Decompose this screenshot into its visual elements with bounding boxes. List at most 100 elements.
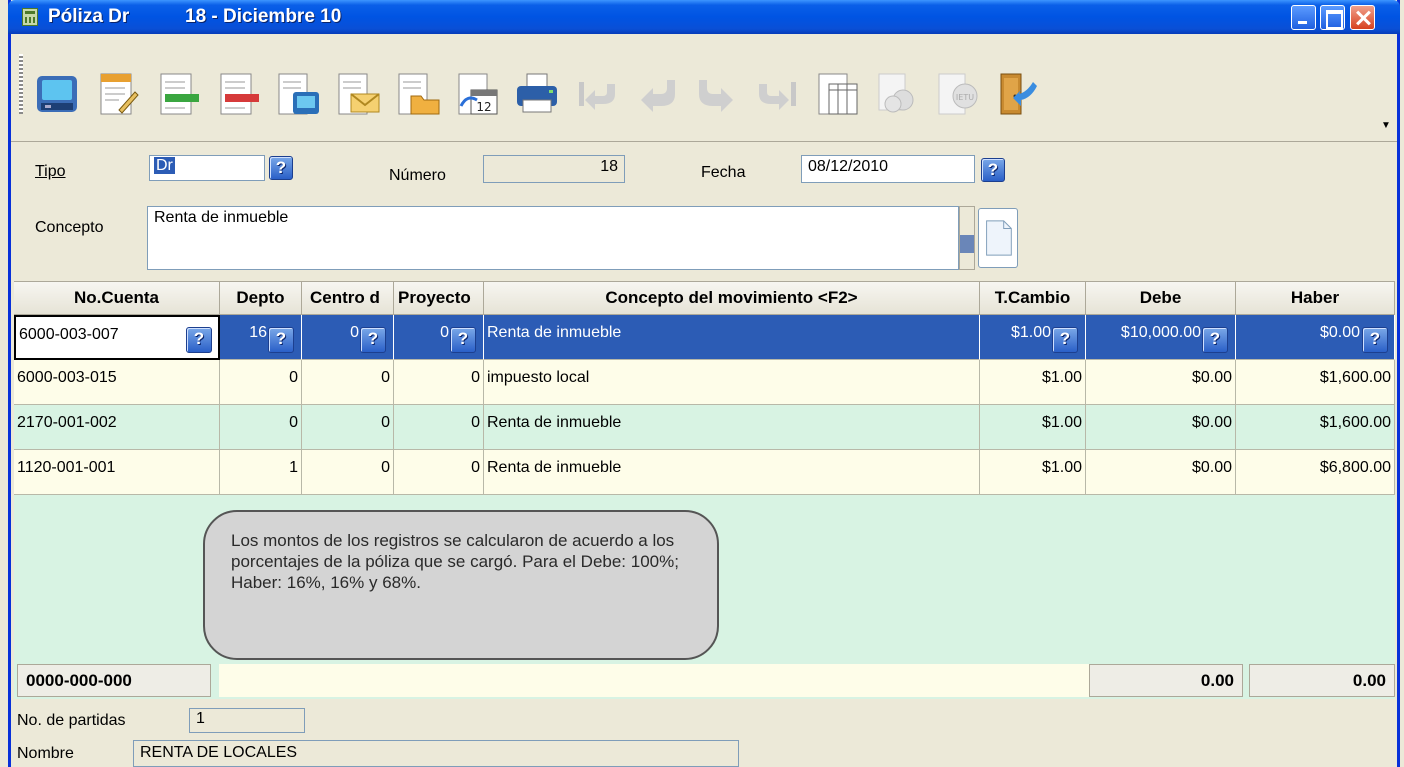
cell-cuenta[interactable]: 6000-003-015 — [14, 360, 220, 405]
close-button[interactable] — [1350, 5, 1375, 30]
cell-debe[interactable]: $10,000.00 ? — [1086, 315, 1236, 360]
maximize-button[interactable] — [1320, 5, 1345, 30]
cell-debe[interactable]: $0.00 — [1086, 360, 1236, 405]
annotation-callout: Los montos de los registros se calcularo… — [203, 510, 719, 660]
numero-field: 18 — [483, 155, 625, 183]
print-icon[interactable] — [513, 70, 561, 118]
totals-spacer — [219, 664, 1089, 697]
cell-centro[interactable]: 0 ? — [302, 315, 394, 360]
save-icon[interactable] — [33, 70, 81, 118]
tipo-field[interactable]: Dr — [149, 155, 265, 181]
partidas-label: No. de partidas — [17, 712, 126, 729]
currency-icon — [873, 70, 921, 118]
cell-depto[interactable]: 0 — [220, 360, 302, 405]
col-header-depto[interactable]: Depto — [220, 282, 302, 315]
cell-proyecto[interactable]: 0 — [394, 450, 484, 495]
col-header-debe[interactable]: Debe — [1086, 282, 1236, 315]
cell-proyecto[interactable]: 0 — [394, 405, 484, 450]
ietu-icon: IETU — [933, 70, 981, 118]
cell-concepto[interactable]: impuesto local — [484, 360, 980, 405]
cuenta-help-button[interactable]: ? — [186, 327, 212, 353]
concepto-document-button[interactable] — [978, 208, 1018, 268]
tcambio-help-button[interactable]: ? — [1052, 327, 1078, 353]
first-record-icon — [573, 70, 621, 118]
previous-record-icon — [633, 70, 681, 118]
cell-tcambio[interactable]: $1.00 — [980, 360, 1086, 405]
col-header-centro[interactable]: Centro d — [302, 282, 394, 315]
fecha-field[interactable]: 08/12/2010 — [801, 155, 975, 183]
next-record-icon — [693, 70, 741, 118]
concepto-scroll-button[interactable] — [959, 206, 975, 270]
document-email-icon[interactable] — [333, 70, 381, 118]
toolbar-grip[interactable] — [19, 54, 23, 114]
fecha-help-button[interactable]: ? — [981, 158, 1005, 182]
cell-cuenta[interactable]: 6000-003-007 ? — [14, 315, 220, 360]
exit-door-icon[interactable] — [993, 70, 1041, 118]
window-title: Póliza Dr — [48, 6, 130, 27]
cell-proyecto[interactable]: 0 ? — [394, 315, 484, 360]
document-icon — [986, 220, 1012, 256]
table-row[interactable]: 6000-003-007 ? 16 ? 0 ? 0 ? Renta de inm… — [14, 315, 1395, 360]
minimize-button[interactable] — [1291, 5, 1316, 30]
cell-concepto[interactable]: Renta de inmueble — [484, 450, 980, 495]
tipo-help-button[interactable]: ? — [269, 156, 293, 180]
cell-depto[interactable]: 0 — [220, 405, 302, 450]
cell-centro[interactable]: 0 — [302, 360, 394, 405]
totals-haber: 0.00 — [1249, 664, 1395, 697]
partidas-field: 1 — [189, 708, 305, 733]
tipo-label: Tipo — [35, 163, 66, 180]
poliza-window: Póliza Dr 18 - Diciembre 10 12 IETU ▼ Ti… — [8, 0, 1400, 767]
table-row[interactable]: 6000-003-015 0 0 0 impuesto local $1.00 … — [14, 360, 1395, 405]
svg-text:12: 12 — [476, 100, 491, 114]
cell-haber[interactable]: $6,800.00 — [1236, 450, 1395, 495]
cell-tcambio[interactable]: $1.00 — [980, 450, 1086, 495]
nombre-field: RENTA DE LOCALES — [133, 740, 739, 767]
table-row[interactable]: 2170-001-002 0 0 0 Renta de inmueble $1.… — [14, 405, 1395, 450]
calendar-icon[interactable]: 12 — [453, 70, 501, 118]
cell-depto[interactable]: 1 — [220, 450, 302, 495]
calculator-icon — [22, 8, 38, 26]
cell-centro[interactable]: 0 — [302, 405, 394, 450]
concepto-field[interactable]: Renta de inmueble — [147, 206, 959, 270]
cell-proyecto[interactable]: 0 — [394, 360, 484, 405]
fecha-label: Fecha — [701, 164, 746, 181]
last-record-icon — [753, 70, 801, 118]
cell-haber[interactable]: $0.00 ? — [1236, 315, 1395, 360]
depto-help-button[interactable]: ? — [268, 327, 294, 353]
title-bar[interactable]: Póliza Dr 18 - Diciembre 10 — [8, 0, 1400, 34]
svg-text:IETU: IETU — [956, 93, 974, 102]
cell-centro[interactable]: 0 — [302, 450, 394, 495]
delete-row-icon[interactable] — [213, 70, 261, 118]
col-header-concepto[interactable]: Concepto del movimiento <F2> — [484, 282, 980, 315]
cell-tcambio[interactable]: $1.00 — [980, 405, 1086, 450]
toolbar: 12 IETU ▼ — [11, 34, 1397, 142]
columns-icon[interactable] — [813, 70, 861, 118]
cell-debe[interactable]: $0.00 — [1086, 450, 1236, 495]
cell-depto[interactable]: 16 ? — [220, 315, 302, 360]
table-row[interactable]: 1120-001-001 1 0 0 Renta de inmueble $1.… — [14, 450, 1395, 495]
cell-cuenta[interactable]: 1120-001-001 — [14, 450, 220, 495]
cell-concepto[interactable]: Renta de inmueble — [484, 405, 980, 450]
cell-haber[interactable]: $1,600.00 — [1236, 405, 1395, 450]
proyecto-help-button[interactable]: ? — [450, 327, 476, 353]
col-header-tcambio[interactable]: T.Cambio — [980, 282, 1086, 315]
edit-document-icon[interactable] — [93, 70, 141, 118]
toolbar-overflow-chevron-icon[interactable]: ▼ — [1381, 120, 1391, 131]
centro-help-button[interactable]: ? — [360, 327, 386, 353]
col-header-cuenta[interactable]: No.Cuenta — [14, 282, 220, 315]
cell-cuenta[interactable]: 2170-001-002 — [14, 405, 220, 450]
col-header-proyecto[interactable]: Proyecto — [394, 282, 484, 315]
cell-concepto[interactable]: Renta de inmueble — [484, 315, 980, 360]
document-screen-icon[interactable] — [273, 70, 321, 118]
cell-tcambio[interactable]: $1.00 ? — [980, 315, 1086, 360]
haber-help-button[interactable]: ? — [1362, 327, 1388, 353]
col-header-haber[interactable]: Haber — [1236, 282, 1395, 315]
add-row-icon[interactable] — [153, 70, 201, 118]
totals-debe: 0.00 — [1089, 664, 1243, 697]
cell-debe[interactable]: $0.00 — [1086, 405, 1236, 450]
debe-help-button[interactable]: ? — [1202, 327, 1228, 353]
nombre-label: Nombre — [17, 745, 74, 762]
cell-haber[interactable]: $1,600.00 — [1236, 360, 1395, 405]
window-title-detail: 18 - Diciembre 10 — [185, 6, 342, 27]
open-folder-icon[interactable] — [393, 70, 441, 118]
